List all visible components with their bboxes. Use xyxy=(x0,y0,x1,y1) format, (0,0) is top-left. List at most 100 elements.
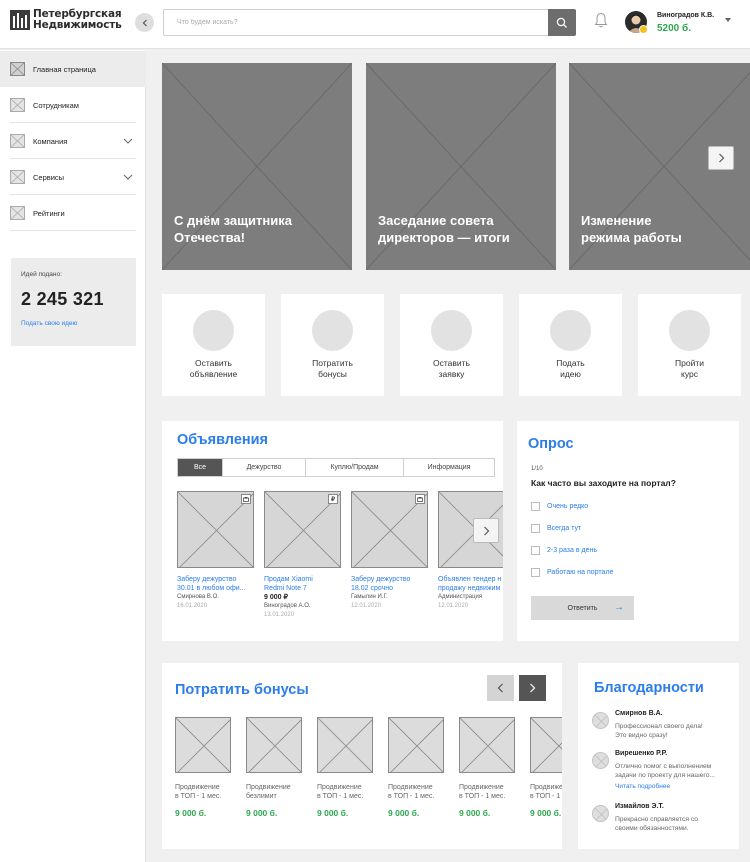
slider-next-button[interactable] xyxy=(708,146,734,170)
poll-option[interactable]: 2-3 раза в день xyxy=(531,546,597,555)
logo-icon xyxy=(10,10,30,30)
ad-title[interactable]: Объявлен тендер н продажу недвижим Админис… xyxy=(438,575,503,611)
arrow-right-icon: → xyxy=(614,602,624,613)
ad-image-placeholder xyxy=(177,491,254,568)
bonus-price: 9 000 б. xyxy=(530,808,562,818)
thanks-text: Прекрасно справляется со своими обязанно… xyxy=(615,816,698,832)
sidebar-item-label: Главная страница xyxy=(33,64,96,74)
chevron-down-icon xyxy=(123,174,133,180)
poll-option-label: Всегда тут xyxy=(547,525,582,532)
sidebar-item-services[interactable]: Сервисы xyxy=(0,159,146,195)
ad-title[interactable]: Заберу дежурство 18.02 срочно Гамылин И.Г.… xyxy=(351,575,429,611)
sidebar: Главная страница Сотрудникам Компания Се… xyxy=(0,50,146,862)
image-placeholder xyxy=(246,717,302,773)
placeholder-icon xyxy=(10,170,25,184)
ideas-count: 2 245 321 xyxy=(21,289,104,309)
company-logo[interactable]: Петербургская Недвижимость xyxy=(10,9,122,31)
quick-action-submit-idea[interactable]: Подать идею xyxy=(519,294,622,396)
ad-date: 12.01.2020 xyxy=(351,603,382,609)
placeholder-icon xyxy=(10,134,25,148)
read-more-link[interactable]: Читать подробнее xyxy=(615,783,670,790)
ads-tabs: Все Дежурство Куплю/Продам Информация xyxy=(177,458,495,477)
user-menu-caret-icon[interactable] xyxy=(725,18,731,22)
action-icon xyxy=(669,310,710,351)
sidebar-item-company[interactable]: Компания xyxy=(0,123,146,159)
ad-price: 9 000 ₽ xyxy=(264,594,288,601)
poll-submit-label: Ответить xyxy=(567,604,598,612)
ads-next-button[interactable] xyxy=(473,518,499,543)
news-slide[interactable]: Заседание совета директоров — итоги xyxy=(366,63,556,270)
bonus-label: Продвижение в ТОП - 1 мес. xyxy=(317,784,364,800)
ad-author: Гамылин И.Г. xyxy=(351,594,388,600)
briefcase-icon xyxy=(241,494,251,504)
bonuses-prev-button[interactable] xyxy=(487,675,514,701)
checkbox[interactable] xyxy=(531,546,540,555)
ad-title[interactable]: Заберу дежурство 30.01 в любом офи... Смир… xyxy=(177,575,255,611)
sidebar-item-ratings[interactable]: Рейтинги xyxy=(0,195,146,231)
sidebar-item-employees[interactable]: Сотрудникам xyxy=(0,87,146,123)
briefcase-icon xyxy=(415,494,425,504)
bonus-price: 9 000 б. xyxy=(175,808,207,818)
sidebar-collapse-button[interactable] xyxy=(135,13,154,32)
sidebar-item-label: Компания xyxy=(33,136,68,146)
ad-date: 16.01.2020 xyxy=(177,603,208,609)
poll-option-label: Работаю на портале xyxy=(547,569,614,576)
quick-action-post-ad[interactable]: Оставить объявление xyxy=(162,294,265,396)
poll-submit-button[interactable]: Ответить → xyxy=(531,596,634,620)
quick-action-spend-bonuses[interactable]: Потратить бонусы xyxy=(281,294,384,396)
ad-title[interactable]: Продам Xiaomi Redmi Note 79 000 ₽ Виноград… xyxy=(264,575,342,620)
user-balance: 5200 б. xyxy=(657,23,691,34)
action-label: Оставить заявку xyxy=(433,358,470,379)
ad-date: 13.01.2020 xyxy=(264,612,295,618)
thanks-text: Профессионал своего дела! Это видно сраз… xyxy=(615,723,703,739)
poll-option[interactable]: Очень редко xyxy=(531,502,588,511)
action-label: Потратить бонусы xyxy=(312,358,353,379)
checkbox[interactable] xyxy=(531,568,540,577)
chevron-down-icon xyxy=(123,138,133,144)
avatar-placeholder xyxy=(592,712,609,729)
checkbox[interactable] xyxy=(531,502,540,511)
poll-option[interactable]: Всегда тут xyxy=(531,524,581,533)
achievement-badge-icon xyxy=(639,25,648,34)
bell-icon xyxy=(594,12,608,28)
notifications-button[interactable] xyxy=(594,12,608,34)
tab-info[interactable]: Информация xyxy=(404,459,494,476)
quick-action-take-course[interactable]: Пройти курс xyxy=(638,294,741,396)
poll-question: Как часто вы заходите на портал? xyxy=(531,478,676,488)
bonus-label: Продвижение в ТОП - 1 мес. xyxy=(530,784,562,800)
tab-buy-sell[interactable]: Куплю/Продам xyxy=(306,459,404,476)
image-placeholder xyxy=(530,717,562,773)
ad-image-placeholder: ₽ xyxy=(264,491,341,568)
bonus-price: 9 000 б. xyxy=(317,808,349,818)
divider xyxy=(10,230,136,231)
tab-all[interactable]: Все xyxy=(178,459,223,476)
ad-author: Виноградов А.О. xyxy=(264,603,311,609)
image-placeholder xyxy=(459,717,515,773)
news-slide[interactable]: С днём защитника Отечества! xyxy=(162,63,352,270)
action-icon xyxy=(550,310,591,351)
bonus-label: Продвижение в ТОП - 1 мес. xyxy=(459,784,506,800)
action-icon xyxy=(312,310,353,351)
submit-idea-link[interactable]: Подать свою идею xyxy=(21,320,77,327)
poll-option[interactable]: Работаю на портале xyxy=(531,568,613,577)
poll-title: Опрос xyxy=(528,436,574,452)
bonus-price: 9 000 б. xyxy=(388,808,420,818)
quick-action-submit-request[interactable]: Оставить заявку xyxy=(400,294,503,396)
poll-counter: 1/10 xyxy=(531,466,543,472)
action-label: Пройти курс xyxy=(675,358,704,379)
checkbox[interactable] xyxy=(531,524,540,533)
action-icon xyxy=(431,310,472,351)
search-input[interactable] xyxy=(164,10,544,35)
bonus-price: 9 000 б. xyxy=(246,808,278,818)
poll-widget: Опрос 1/10 Как часто вы заходите на порт… xyxy=(517,421,739,641)
tab-duty[interactable]: Дежурство xyxy=(223,459,306,476)
sidebar-item-label: Сервисы xyxy=(33,172,65,182)
bonuses-next-button[interactable] xyxy=(519,675,546,701)
bonus-label: Продвижение в ТОП - 1 мес. xyxy=(388,784,435,800)
sidebar-item-home[interactable]: Главная страница xyxy=(0,51,146,87)
chevron-left-icon xyxy=(142,19,147,26)
search-button[interactable] xyxy=(548,9,576,36)
thanks-text: Отлично помог с выполнением задачи по пр… xyxy=(615,763,716,779)
action-icon xyxy=(193,310,234,351)
logo-text: Петербургская Недвижимость xyxy=(33,9,122,31)
